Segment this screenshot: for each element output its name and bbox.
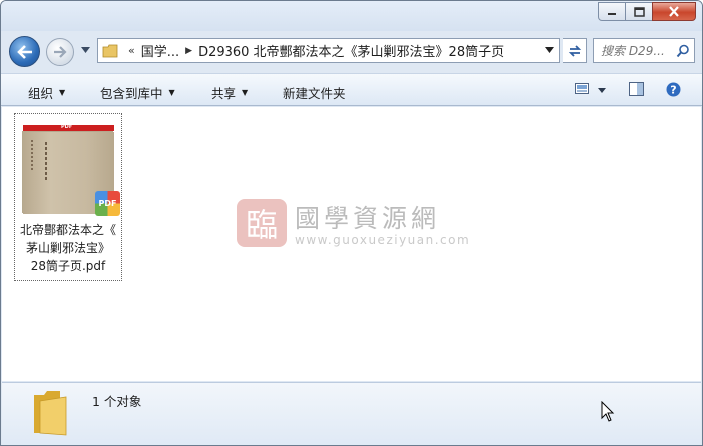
view-dropdown-icon[interactable] [598,88,606,93]
breadcrumb-item-guoxue[interactable]: 国学... [141,41,179,60]
item-count-text: 1 个对象 [92,394,142,409]
watermark-text: 國學資源網 www.guoxueziyuan.com [295,199,470,247]
file-list-area[interactable]: PDF PDF 北帝酆都法本之《 茅山剿邪法宝》 28筒子页.pdf 臨 國學資… [2,107,701,381]
thumbnail-header-bar: PDF [23,124,114,131]
help-icon[interactable]: ? [666,82,681,97]
watermark-title: 國學資源網 [295,204,441,233]
file-name-line-2: 茅山剿邪法宝》 [25,241,110,255]
share-menu[interactable]: 共享 ▼ [211,83,248,102]
include-in-library-label: 包含到库中 [100,86,163,101]
chevron-down-icon: ▼ [59,88,66,97]
new-folder-label: 新建文件夹 [283,86,346,101]
search-input[interactable] [601,43,673,58]
mouse-pointer-icon [601,401,615,422]
file-name-label[interactable]: 北帝酆都法本之《 茅山剿邪法宝》 28筒子页.pdf [15,221,121,275]
watermark-seal: 臨 [237,199,287,247]
include-in-library-menu[interactable]: 包含到库中 ▼ [100,83,175,102]
watermark-logo: 臨 國學資源網 www.guoxueziyuan.com [237,199,470,247]
thumbnail-pdf-label: PDF [61,124,73,130]
command-bar: 组织 ▼ 包含到库中 ▼ 共享 ▼ 新建文件夹 ? [1,73,702,106]
refresh-button[interactable] [563,38,587,63]
breadcrumb-item-current[interactable]: D29360 北帝酆都法本之《茅山剿邪法宝》28筒子页 [198,41,504,60]
maximize-button[interactable] [625,2,653,21]
close-button[interactable] [652,2,696,21]
maximize-icon [633,6,645,17]
minimize-icon [608,12,616,15]
details-pane: 1 个对象 [2,382,701,445]
watermark-url: www.guoxueziyuan.com [295,233,471,247]
preview-pane-icon[interactable] [629,82,644,96]
file-name-line-3: 28筒子页.pdf [30,259,106,273]
organize-menu[interactable]: 组织 ▼ [28,83,65,102]
navigation-bar: « 国学... ▶ D29360 北帝酆都法本之《茅山剿邪法宝》28筒子页 [1,31,702,71]
title-bar[interactable] [1,1,702,31]
share-label: 共享 [211,86,237,101]
file-name-line-1: 北帝酆都法本之《 [19,223,116,237]
svg-text:?: ? [670,84,676,97]
refresh-icon [568,44,581,57]
forward-arrow-icon [54,46,67,58]
forward-button[interactable] [46,38,74,66]
address-bar[interactable]: « 国学... ▶ D29360 北帝酆都法本之《茅山剿邪法宝》28筒子页 [97,38,560,63]
file-item-pdf[interactable]: PDF PDF 北帝酆都法本之《 茅山剿邪法宝》 28筒子页.pdf [14,113,122,281]
chevron-down-icon: ▼ [242,88,249,97]
pdf-badge-icon: PDF [95,191,120,216]
new-folder-button[interactable]: 新建文件夹 [283,83,346,102]
minimize-button[interactable] [598,2,626,21]
folder-icon [102,44,118,57]
back-arrow-icon [16,44,32,59]
close-icon [669,6,679,17]
view-options-icon[interactable] [575,82,589,95]
recent-pages-dropdown-icon[interactable] [81,47,90,53]
chevron-down-icon: ▼ [168,88,175,97]
pdf-badge-label: PDF [98,199,117,208]
window-controls [598,2,696,21]
back-button[interactable] [9,36,40,67]
breadcrumb-overflow[interactable]: « [128,44,135,57]
thumbnail-text-column [45,142,47,180]
explorer-window: « 国学... ▶ D29360 北帝酆都法本之《茅山剿邪法宝》28筒子页 组织… [0,0,703,446]
folder-icon [34,391,67,436]
breadcrumb-chevron-icon[interactable]: ▶ [185,46,192,56]
thumbnail-text-column [31,140,33,170]
organize-label: 组织 [28,86,54,101]
search-icon[interactable] [676,44,690,58]
address-dropdown-icon[interactable] [545,47,554,53]
search-box[interactable] [593,38,695,63]
